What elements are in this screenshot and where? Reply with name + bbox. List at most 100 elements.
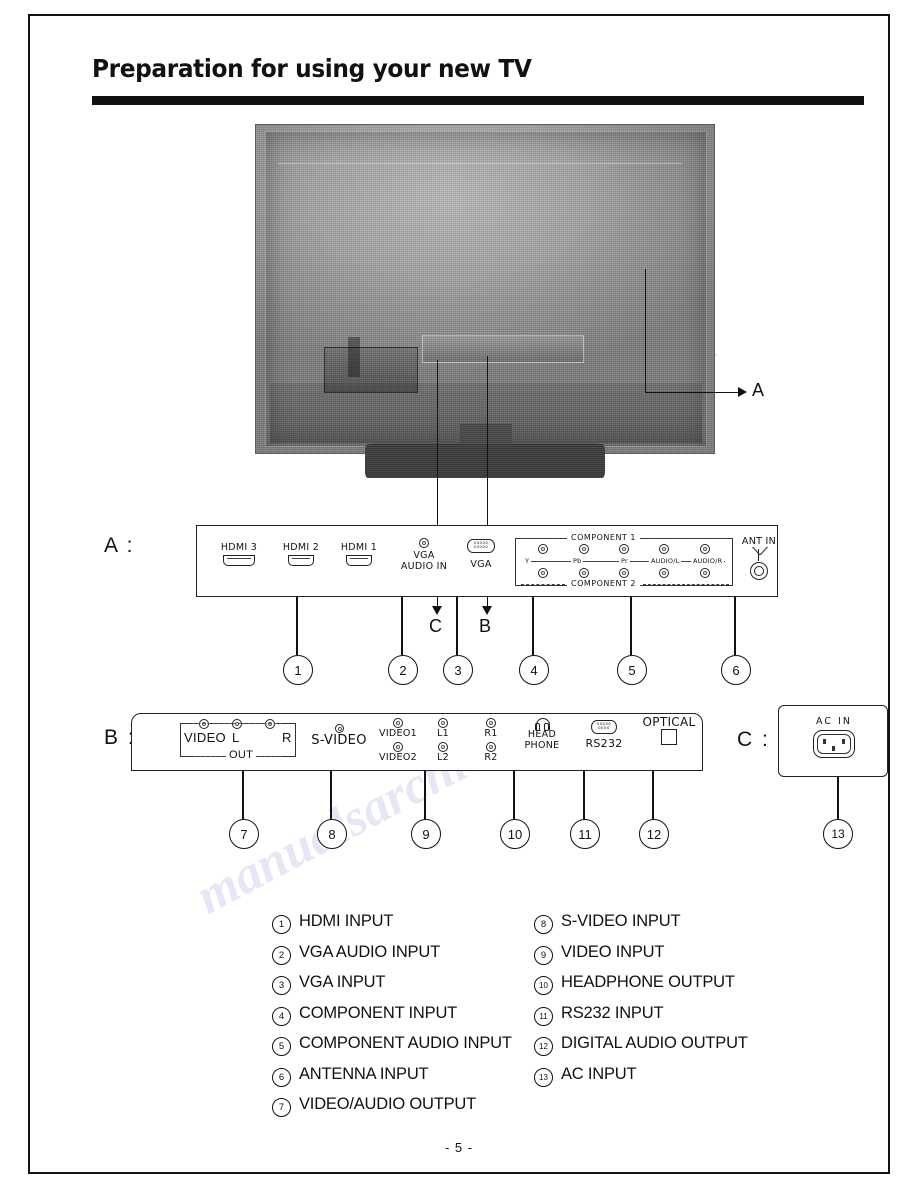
callout-12[interactable]: 12: [639, 819, 669, 849]
port-video-1: VIDEO1: [372, 718, 424, 739]
legend-number: 7: [272, 1098, 291, 1117]
callout-10[interactable]: 10: [500, 819, 530, 849]
port-hdmi-3: HDMI 3: [211, 542, 267, 566]
callout-3[interactable]: 3: [443, 655, 473, 685]
photo-callout-c: C: [429, 616, 442, 636]
callout-5[interactable]: 5: [617, 655, 647, 685]
legend-item: 2 VGA AUDIO INPUT: [272, 943, 542, 965]
legend-number: 8: [534, 915, 553, 934]
callout-13[interactable]: 13: [823, 819, 853, 849]
port-optical: OPTICAL: [640, 715, 698, 745]
legend-text: RS232 INPUT: [561, 1003, 664, 1022]
dsub-connector-icon: ooooo ooooo: [467, 539, 495, 553]
headphone-icon: [535, 718, 550, 731]
leader-arrow-c: [432, 606, 442, 615]
leader-arrow-a: [738, 387, 747, 397]
legend-text: ANTENNA INPUT: [299, 1064, 429, 1083]
component-jack: [538, 568, 549, 578]
callout-8[interactable]: 8: [317, 819, 347, 849]
port-label: OPTICAL: [642, 715, 696, 729]
port-label: HEAD: [527, 729, 557, 740]
legend-text: VIDEO INPUT: [561, 942, 665, 961]
port-label: R2: [484, 752, 498, 763]
signal-label-audio-l: AUDIO/L: [649, 557, 682, 565]
video-out-label-r: R: [282, 730, 292, 745]
port-label: VGA: [470, 559, 492, 570]
signal-label-pr: Pr: [619, 557, 630, 565]
port-s-video: S-VIDEO: [304, 724, 374, 748]
section-label-c: C :: [737, 728, 770, 751]
port-label: R1: [484, 728, 498, 739]
callout-11[interactable]: 11: [570, 819, 600, 849]
optical-port-icon: [661, 729, 677, 745]
legend-number: 2: [272, 945, 291, 965]
legend-number: 1: [272, 915, 291, 934]
legend-number: 3: [272, 976, 291, 995]
legend-text: DIGITAL AUDIO OUTPUT: [561, 1034, 748, 1052]
legend-item: 7 VIDEO/AUDIO OUTPUT: [272, 1095, 542, 1117]
callout-2[interactable]: 2: [388, 655, 418, 685]
port-label: HDMI 2: [282, 542, 320, 553]
legend-text: VIDEO/AUDIO OUTPUT: [299, 1095, 476, 1113]
audio-l2-jack-icon: [438, 742, 448, 752]
video-out-jack: [199, 719, 210, 729]
callout-leader: [513, 771, 515, 819]
video-out-label-out: OUT: [226, 750, 257, 761]
port-label: HDMI 3: [220, 542, 258, 553]
component-jack-row-1: [523, 544, 725, 554]
audio-jack-icon: [419, 538, 429, 548]
port-headphone: HEAD PHONE: [518, 718, 566, 751]
leader-line-a: [645, 392, 740, 393]
legend-text: COMPONENT AUDIO INPUT: [299, 1034, 512, 1052]
tv-panel-seam: [278, 163, 682, 164]
port-label: AUDIO IN: [400, 561, 448, 572]
legend-item: 12 DIGITAL AUDIO OUTPUT: [534, 1034, 794, 1056]
callout-leader: [242, 771, 244, 819]
legend-item: 13 AC INPUT: [534, 1065, 794, 1087]
component-jack: [618, 568, 629, 578]
component-2-label: COMPONENT 2: [567, 579, 640, 588]
video-out-label-video: VIDEO: [184, 730, 226, 745]
component-1-label: COMPONENT 1: [567, 533, 640, 542]
signal-label-pb: Pb: [571, 557, 584, 565]
legend-item: 11 RS232 INPUT: [534, 1004, 794, 1026]
legend-text: AC INPUT: [561, 1064, 637, 1083]
legend-number: 9: [534, 945, 553, 965]
callout-leader: [652, 771, 654, 819]
photo-callout-b: B: [479, 616, 492, 636]
audio-l1-jack-icon: [438, 718, 448, 728]
port-hdmi-1: HDMI 1: [333, 542, 385, 566]
legend-item: 1 HDMI INPUT: [272, 912, 542, 934]
port-vga: ooooo ooooo VGA: [461, 539, 501, 570]
signal-label-y: Y: [523, 557, 532, 565]
port-audio-l2: L2: [430, 742, 456, 763]
callout-leader: [630, 597, 632, 655]
tv-stand-base: [365, 444, 605, 478]
port-label: S-VIDEO: [311, 733, 367, 748]
callout-9[interactable]: 9: [411, 819, 441, 849]
callout-leader: [330, 771, 332, 819]
port-video-2: VIDEO2: [372, 742, 424, 763]
rear-panel-b: VIDEO L R OUT S-VIDEO VIDEO1 VIDEO2 L1 L…: [131, 713, 703, 771]
port-ac-in: AC IN: [811, 716, 857, 758]
leader-arrow-b: [482, 606, 492, 615]
callout-7[interactable]: 7: [229, 819, 259, 849]
dsub-connector-icon: ooooo oooo: [591, 720, 617, 734]
component-jack: [699, 544, 710, 554]
legend-item: 9 VIDEO INPUT: [534, 943, 794, 965]
legend-text: VGA AUDIO INPUT: [299, 942, 440, 961]
port-label: ANT IN: [741, 536, 777, 547]
video2-jack-icon: [393, 742, 403, 752]
callout-4[interactable]: 4: [519, 655, 549, 685]
legend-text: S-VIDEO INPUT: [561, 912, 681, 930]
callout-leader: [837, 777, 839, 819]
antenna-icon: [750, 547, 768, 561]
video-out-label-l: L: [232, 730, 240, 745]
legend-text: HEADPHONE OUTPUT: [561, 973, 735, 991]
component-jack: [699, 568, 710, 578]
port-label: L2: [437, 752, 449, 763]
callout-6[interactable]: 6: [721, 655, 751, 685]
video1-jack-icon: [393, 718, 403, 728]
callout-1[interactable]: 1: [283, 655, 313, 685]
tv-rear-photo: A C B: [255, 124, 764, 636]
